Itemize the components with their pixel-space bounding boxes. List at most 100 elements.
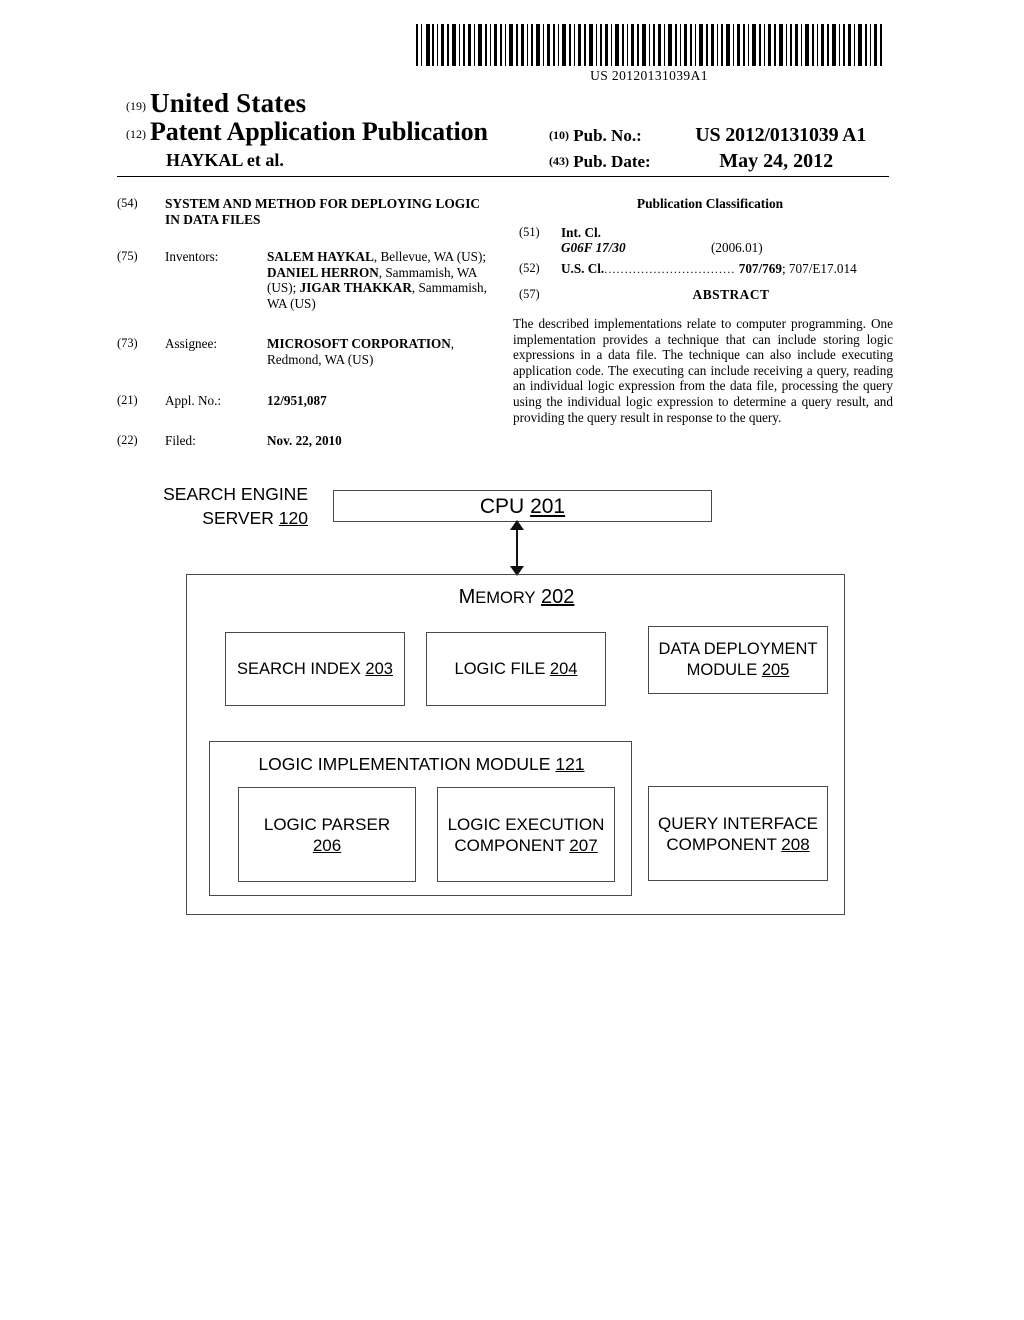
abstract-text: The described implementations relate to … — [513, 315, 893, 425]
pub-no-label: Pub. No.: — [573, 126, 642, 145]
logic-file-box[interactable]: LOGIC FILE 204 — [426, 632, 606, 706]
server-label-line2: SERVER — [202, 508, 274, 528]
memory-ref-numeral: 202 — [541, 586, 575, 608]
logic-file-label: LOGIC FILE — [454, 659, 546, 678]
cpu-ref-numeral: 201 — [530, 494, 566, 518]
memory-container[interactable]: MEMORY 202 SEARCH INDEX 203 LOGIC FILE 2… — [186, 574, 845, 915]
field-title: (54) SYSTEM AND METHOD FOR DEPLOYING LOG… — [117, 196, 497, 228]
header-divider — [117, 176, 889, 177]
filed-date-text: Nov. 22, 2010 — [267, 433, 342, 449]
pub-no-code: (10) — [549, 128, 569, 142]
assignee-name: MICROSOFT CORPORATION — [267, 336, 451, 352]
pub-date-code: (43) — [549, 154, 569, 168]
logic-exec-ref-numeral: 207 — [569, 835, 598, 855]
field-filed-value: Nov. 22, 2010 — [267, 433, 497, 449]
publication-classification-heading: Publication Classification — [636, 196, 784, 211]
field-abstract-code: (57) — [519, 287, 540, 302]
masthead: (19) United States (12) Patent Applicati… — [0, 88, 1024, 172]
field-inventors: (75) Inventors: SALEM HAYKAL, Bellevue, … — [117, 249, 497, 311]
country-code: (19) — [126, 99, 146, 113]
field-appl-no-label: Appl. No.: — [165, 392, 222, 408]
data-deployment-line1: DATA DEPLOYMENT — [658, 640, 818, 658]
query-interface-component-box[interactable]: QUERY INTERFACE COMPONENT 208 — [648, 786, 828, 881]
field-assignee-code: (73) — [117, 336, 138, 351]
data-deployment-ref-numeral: 205 — [761, 661, 790, 679]
barcode-icon — [414, 24, 884, 66]
int-cl-version: (2006.01) — [711, 240, 763, 256]
field-title-code: (54) — [117, 196, 138, 210]
field-inventors-label: Inventors: — [165, 249, 219, 264]
int-cl-value: G06F 17/30 — [561, 240, 626, 256]
inventor-1-location: , Bellevue, WA (US); — [373, 249, 487, 264]
cpu-label: CPU — [479, 494, 525, 518]
inventor-2-name: DANIEL HERRON — [267, 264, 379, 280]
query-iface-ref-numeral: 208 — [781, 834, 810, 854]
field-abstract: (57) ABSTRACT — [513, 287, 893, 303]
field-title-value: SYSTEM AND METHOD FOR DEPLOYING LOGIC IN… — [165, 196, 481, 227]
search-index-ref-numeral: 203 — [365, 659, 393, 678]
pub-no-value: US 2012/0131039 A1 — [695, 124, 867, 146]
lim-ref-numeral: 121 — [555, 754, 585, 774]
arrow-up-icon — [510, 520, 524, 530]
server-label-line2-wrap: SERVER 120 — [128, 506, 308, 530]
field-assignee-label: Assignee: — [165, 336, 218, 352]
logic-exec-line1: LOGIC EXECUTION — [447, 814, 605, 834]
search-index-box[interactable]: SEARCH INDEX 203 — [225, 632, 405, 706]
field-int-cl-body: Int. Cl. G06F 17/30 (2006.01) — [561, 225, 893, 256]
inventor-1-name: SALEM HAYKAL — [267, 249, 374, 264]
logic-execution-component-box[interactable]: LOGIC EXECUTION COMPONENT 207 — [437, 787, 615, 882]
doc-type-name: Patent Application Publication — [150, 117, 488, 146]
data-deployment-line2: MODULE — [686, 661, 758, 679]
pub-date-label: Pub. Date: — [573, 152, 651, 171]
logic-parser-label: LOGIC PARSER — [263, 814, 391, 834]
field-filed-label: Filed: — [165, 433, 196, 449]
lim-label: LOGIC IMPLEMENTATION MODULE — [258, 754, 551, 774]
us-cl-leader: ................................ — [604, 261, 736, 276]
pub-date-row: (43) Pub. Date: May 24, 2012 — [549, 150, 833, 173]
field-appl-no-value: 12/951,087 — [267, 393, 497, 409]
data-deployment-module-box[interactable]: DATA DEPLOYMENT MODULE 205 — [648, 626, 828, 694]
field-assignee: (73) Assignee: MICROSOFT CORPORATION, Re… — [117, 336, 497, 367]
field-appl-no-code: (21) — [117, 392, 138, 407]
field-us-cl: (52) U.S. Cl............................… — [513, 261, 893, 278]
query-iface-line2: COMPONENT — [666, 834, 777, 854]
inventor-3-name: JIGAR THAKKAR — [299, 280, 412, 296]
memory-label-first: M — [458, 586, 476, 608]
logic-parser-box[interactable]: LOGIC PARSER 206 — [238, 787, 416, 882]
doc-type-code: (12) — [126, 127, 146, 141]
bibliographic-right-column: Publication Classification (51) Int. Cl.… — [513, 196, 893, 425]
field-us-cl-code: (52) — [519, 260, 540, 275]
field-int-cl-code: (51) — [519, 224, 540, 239]
lim-label-wrap: LOGIC IMPLEMENTATION MODULE 121 — [210, 754, 633, 775]
country-name: United States — [150, 88, 307, 118]
server-ref-numeral: 120 — [278, 508, 308, 528]
int-cl-row: G06F 17/30 (2006.01) — [561, 240, 893, 256]
field-filed: (22) Filed: Nov. 22, 2010 — [117, 433, 497, 449]
field-int-cl: (51) Int. Cl. G06F 17/30 (2006.01) — [513, 225, 893, 256]
country-line: (19) United States — [126, 88, 306, 119]
logic-implementation-module-container[interactable]: LOGIC IMPLEMENTATION MODULE 121 LOGIC PA… — [209, 741, 632, 896]
field-assignee-value: MICROSOFT CORPORATION, Redmond, WA (US) — [267, 336, 497, 367]
abstract-heading: ABSTRACT — [692, 287, 770, 303]
us-cl-primary: 707/769 — [738, 260, 782, 276]
field-inventors-code: (75) — [117, 249, 138, 263]
cpu-box[interactable]: CPU 201 — [333, 490, 712, 522]
search-index-label: SEARCH INDEX — [237, 659, 361, 678]
field-inventors-value: SALEM HAYKAL, Bellevue, WA (US); DANIEL … — [267, 249, 497, 311]
field-us-cl-body: U.S. Cl.................................… — [561, 261, 893, 278]
authors-line: HAYKAL et al. — [166, 150, 284, 170]
barcode-block: US 20120131039A1 — [414, 24, 884, 84]
appl-no-text: 12/951,087 — [267, 392, 327, 408]
int-cl-label: Int. Cl. — [561, 224, 601, 240]
logic-parser-ref-numeral: 206 — [312, 835, 342, 855]
memory-label: MEMORY 202 — [187, 587, 846, 609]
field-abstract-body: ABSTRACT — [561, 287, 893, 303]
pub-date-value: May 24, 2012 — [719, 150, 834, 172]
logic-file-ref-numeral: 204 — [549, 659, 578, 678]
pub-no-row: (10) Pub. No.: US 2012/0131039 A1 — [549, 124, 866, 147]
us-cl-label: U.S. Cl. — [561, 260, 605, 276]
block-diagram: SEARCH ENGINE SERVER 120 CPU 201 MEMORY … — [0, 470, 1024, 940]
server-label-line1: SEARCH ENGINE — [163, 484, 308, 504]
field-appl-no: (21) Appl. No.: 12/951,087 — [117, 393, 497, 409]
publication-number-text: US 20120131039A1 — [590, 68, 708, 83]
